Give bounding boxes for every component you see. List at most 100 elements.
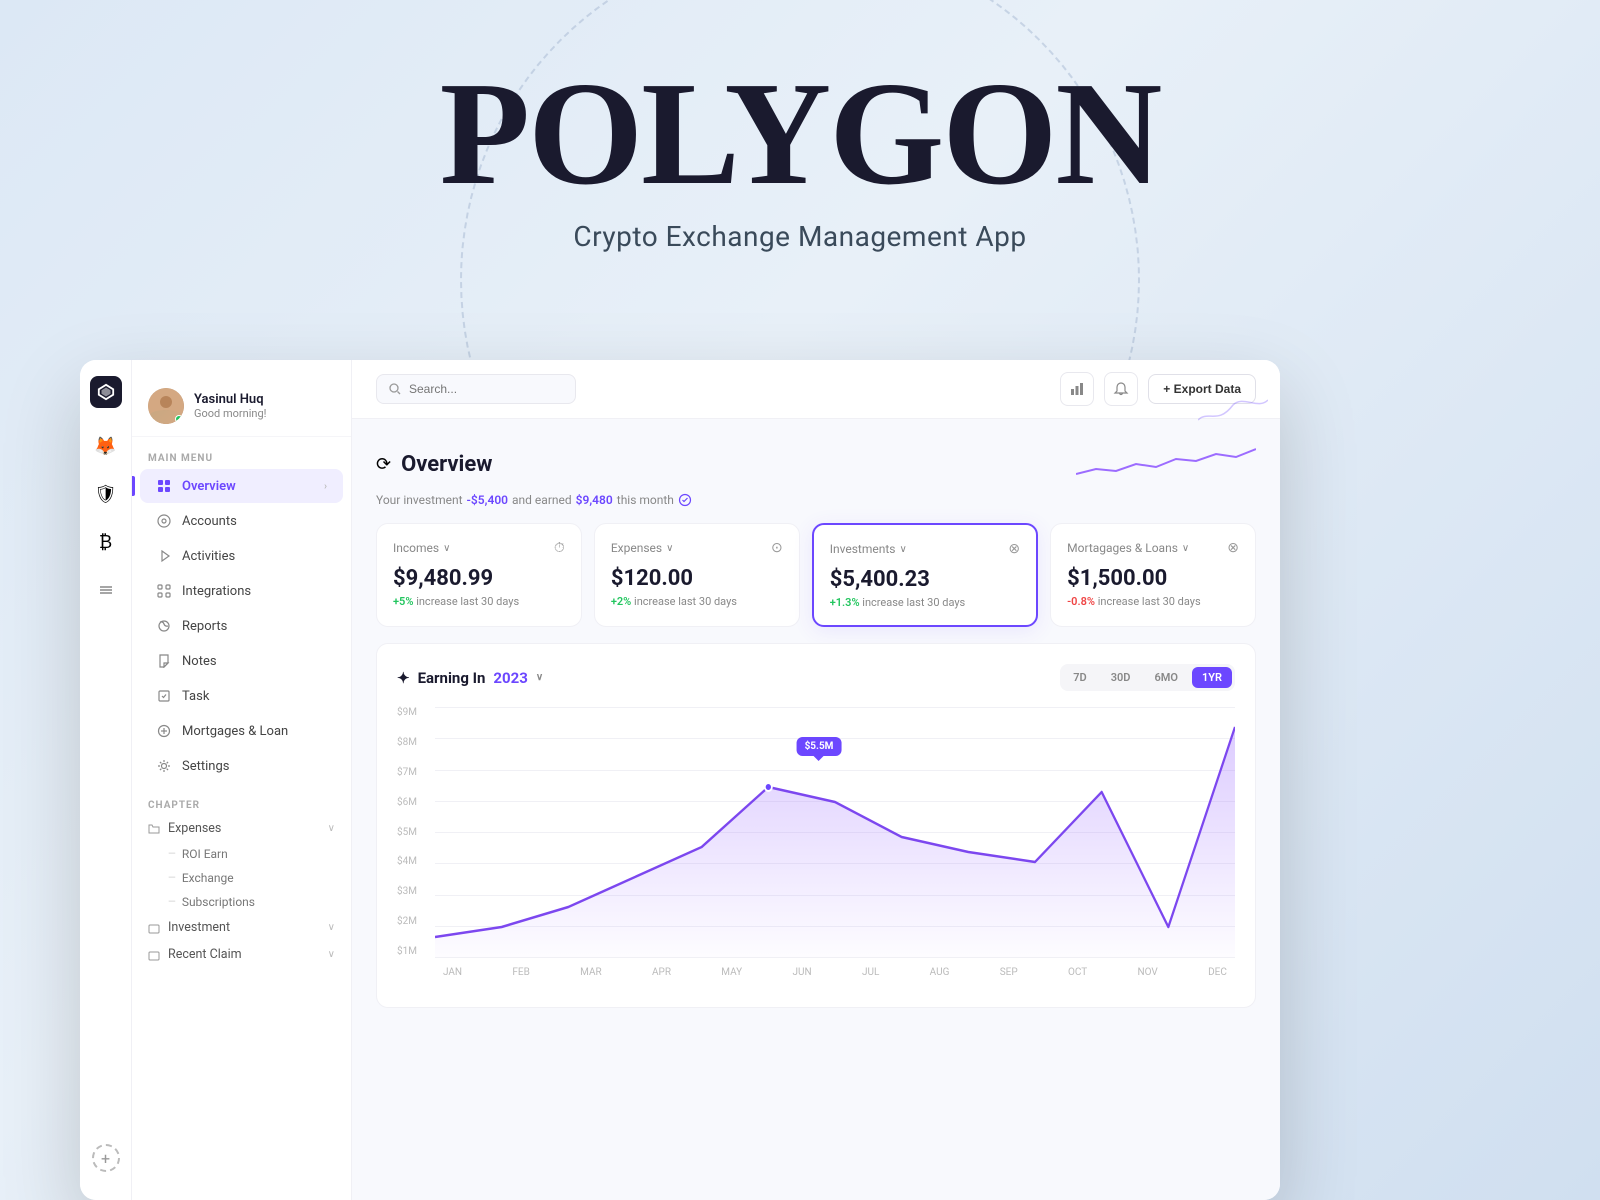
integrations-label: Integrations xyxy=(182,584,251,599)
bitcoin-icon[interactable]: ₿ xyxy=(88,524,124,560)
incomes-value: $9,480.99 xyxy=(393,566,565,591)
filter-30d[interactable]: 30D xyxy=(1101,667,1141,688)
chapter-label: CHAPTER xyxy=(132,784,351,815)
stat-card-mortgages: Mortagages & Loans ∨ ⊗ $1,500.00 -0.8% i… xyxy=(1050,523,1256,627)
header-mini-chart xyxy=(1076,439,1256,489)
investment-change: -$5,400 xyxy=(467,493,509,507)
chart-area: $9M $8M $7M $6M $5M $4M $3M $2M $1M xyxy=(397,707,1235,987)
user-name: Yasinul Huq xyxy=(194,392,335,407)
notifications-button[interactable] xyxy=(1104,372,1138,406)
overview-section: ⟳ Overview Your investment -$5,400 and xyxy=(352,419,1280,507)
avatar xyxy=(148,388,184,424)
x-axis-labels: JAN FEB MAR APR MAY JUN JUL AUG SEP OCT … xyxy=(435,957,1235,987)
integrations-icon xyxy=(156,583,172,599)
expenses-label: Expenses xyxy=(168,821,221,836)
investments-mini-chart xyxy=(1198,390,1268,430)
search-input[interactable] xyxy=(409,382,549,396)
expenses-change: +2% increase last 30 days xyxy=(611,595,783,608)
chapter-exchange[interactable]: Exchange xyxy=(132,866,351,890)
check-circle-icon xyxy=(678,493,692,507)
subtitle-suffix: this month xyxy=(617,493,674,507)
online-indicator xyxy=(175,415,183,423)
filter-6mo[interactable]: 6MO xyxy=(1144,667,1188,688)
settings-icon xyxy=(156,758,172,774)
reports-label: Reports xyxy=(182,619,227,634)
expenses-stat-label: Expenses ∨ xyxy=(611,541,674,555)
notes-icon xyxy=(156,653,172,669)
chapter-recent-claim[interactable]: Recent Claim ∨ xyxy=(132,941,351,968)
chart-tooltip: $5.5M xyxy=(797,737,842,756)
mortgages-change: -0.8% increase last 30 days xyxy=(1067,595,1239,608)
sidebar-item-task[interactable]: Task xyxy=(140,679,343,713)
subtitle-prefix: Your investment xyxy=(376,493,463,507)
activities-icon xyxy=(156,548,172,564)
overview-icon xyxy=(156,478,172,494)
investment-chevron: ∨ xyxy=(328,922,335,933)
shield-icon[interactable]: 🛡 xyxy=(88,476,124,512)
mortgages-icon xyxy=(156,723,172,739)
main-menu-label: MAIN MENU xyxy=(132,445,351,468)
mortgages-label: Mortgages & Loan xyxy=(182,724,288,739)
accounts-icon xyxy=(156,513,172,529)
main-content: + Export Data ⟳ Overview xyxy=(352,360,1280,1200)
chapter-subscriptions[interactable]: Subscriptions xyxy=(132,890,351,914)
chart-svg-container: $5.5M xyxy=(435,707,1235,957)
chapter-expenses[interactable]: Expenses ∨ xyxy=(132,815,351,842)
layers-icon[interactable] xyxy=(88,572,124,608)
settings-label: Settings xyxy=(182,759,229,774)
notes-label: Notes xyxy=(182,654,217,669)
mortgages-value: $1,500.00 xyxy=(1067,566,1239,591)
sidebar-item-notes[interactable]: Notes xyxy=(140,644,343,678)
incomes-change: +5% increase last 30 days xyxy=(393,595,565,608)
mascot-icon[interactable]: 🦊 xyxy=(88,428,124,464)
investment-folder-icon xyxy=(148,922,160,934)
investments-value: $5,400.23 xyxy=(830,567,1020,592)
sidebar-item-mortgages[interactable]: Mortgages & Loan xyxy=(140,714,343,748)
chart-section: ✦ Earning In 2023 ∨ 7D 30D 6MO 1YR $9M $… xyxy=(376,643,1256,1008)
expenses-value: $120.00 xyxy=(611,566,783,591)
user-section: Yasinul Huq Good morning! xyxy=(132,376,351,437)
sidebar-item-settings[interactable]: Settings xyxy=(140,749,343,783)
top-bar: + Export Data xyxy=(352,360,1280,419)
app-window: 🦊 🛡 ₿ + xyxy=(80,360,1280,1200)
task-icon xyxy=(156,688,172,704)
search-box[interactable] xyxy=(376,374,576,404)
folder-icon xyxy=(148,823,160,835)
recent-claim-chevron: ∨ xyxy=(328,949,335,960)
filter-1yr[interactable]: 1YR xyxy=(1192,667,1232,688)
incomes-label: Incomes ∨ xyxy=(393,541,450,555)
overview-header: ⟳ Overview xyxy=(376,439,1256,489)
overview-subtitle: Your investment -$5,400 and earned $9,48… xyxy=(376,493,1256,507)
roi-earn-label: ROI Earn xyxy=(182,847,228,861)
hero-section: POLYGON Crypto Exchange Management App xyxy=(0,0,1600,253)
sidebar-item-accounts[interactable]: Accounts xyxy=(140,504,343,538)
analytics-icon xyxy=(1069,381,1085,397)
bell-icon xyxy=(1113,381,1129,397)
investments-icon: ⊗ xyxy=(1008,541,1020,557)
y-axis-labels: $9M $8M $7M $6M $5M $4M $3M $2M $1M xyxy=(397,707,429,957)
stat-card-incomes: Incomes ∨ ⏱ $9,480.99 +5% increase last … xyxy=(376,523,582,627)
chart-header: ✦ Earning In 2023 ∨ 7D 30D 6MO 1YR xyxy=(397,664,1235,691)
add-app-button[interactable]: + xyxy=(92,1144,120,1172)
search-icon xyxy=(389,383,401,395)
stats-grid: Incomes ∨ ⏱ $9,480.99 +5% increase last … xyxy=(352,507,1280,643)
chapter-roi-earn[interactable]: ROI Earn xyxy=(132,842,351,866)
sidebar-item-overview[interactable]: Overview › xyxy=(140,469,343,503)
hero-subtitle: Crypto Exchange Management App xyxy=(0,220,1600,253)
overview-label: Overview xyxy=(182,479,236,494)
filter-7d[interactable]: 7D xyxy=(1063,667,1096,688)
icon-bar: 🦊 🛡 ₿ + xyxy=(80,360,132,1200)
time-filters: 7D 30D 6MO 1YR xyxy=(1060,664,1235,691)
sidebar-item-reports[interactable]: Reports xyxy=(140,609,343,643)
investments-change: +1.3% increase last 30 days xyxy=(830,596,1020,609)
incomes-icon: ⏱ xyxy=(554,540,565,556)
sidebar-item-activities[interactable]: Activities xyxy=(140,539,343,573)
overview-title: Overview xyxy=(401,452,492,477)
sidebar-item-integrations[interactable]: Integrations xyxy=(140,574,343,608)
year-dropdown-arrow[interactable]: ∨ xyxy=(536,672,543,683)
investments-label: Investments ∨ xyxy=(830,542,907,556)
exchange-label: Exchange xyxy=(182,871,234,885)
investment-label: Investment xyxy=(168,920,230,935)
chapter-investment[interactable]: Investment ∨ xyxy=(132,914,351,941)
analytics-button[interactable] xyxy=(1060,372,1094,406)
